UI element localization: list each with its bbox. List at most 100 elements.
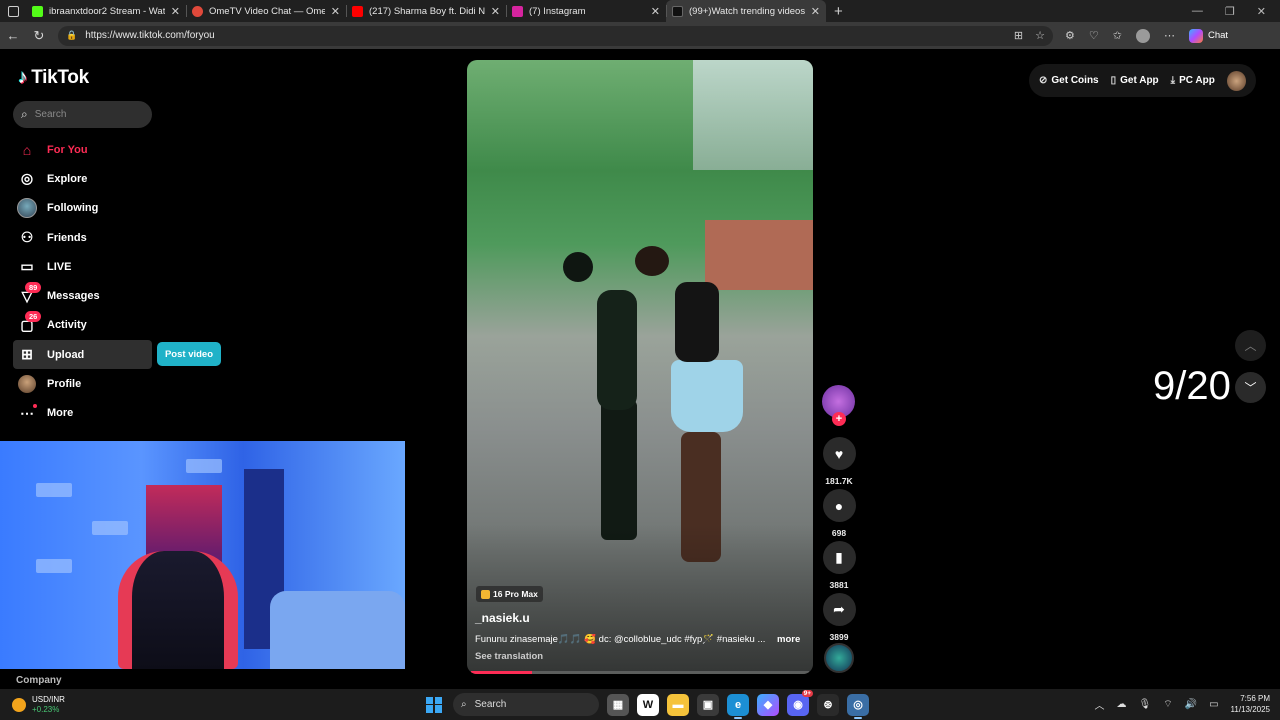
logo-text: TikTok: [31, 67, 89, 88]
taskbar-search[interactable]: ⌕ Search: [453, 693, 599, 716]
notification-dot: [33, 404, 37, 409]
favorite-star-icon[interactable]: ☆: [1035, 29, 1045, 42]
cloud-icon[interactable]: ☁: [1117, 699, 1127, 710]
start-button[interactable]: [423, 694, 445, 716]
comment-action[interactable]: ● 698: [822, 489, 856, 538]
copilot-app-icon[interactable]: ◆: [757, 693, 779, 716]
search-input[interactable]: ⌕ Search: [13, 101, 152, 128]
coin-icon: ⊘: [1039, 75, 1048, 86]
video-progress-bar[interactable]: [471, 671, 809, 674]
get-coins-button[interactable]: ⊘ Get Coins: [1039, 75, 1099, 86]
volume-icon[interactable]: 🔊: [1185, 699, 1197, 710]
file-explorer-icon[interactable]: ▬: [667, 693, 689, 716]
next-video-button[interactable]: ﹀: [1235, 372, 1266, 403]
like-action[interactable]: ♥ 181.7K: [822, 437, 856, 486]
user-avatar[interactable]: [1226, 70, 1246, 91]
tab-title: (7) Instagram: [529, 5, 586, 17]
close-tab-icon[interactable]: ✕: [651, 5, 660, 18]
edge-icon[interactable]: e: [727, 693, 749, 719]
sound-disc-icon[interactable]: [824, 643, 854, 673]
battery-icon[interactable]: ▭: [1209, 699, 1218, 710]
app-available-icon[interactable]: ⊞: [1014, 29, 1023, 42]
sidebar-item-activity[interactable]: ▢ 26 Activity: [13, 311, 223, 340]
close-tab-icon[interactable]: ✕: [171, 5, 180, 18]
search-icon: ⌕: [461, 699, 467, 710]
live-icon: ▭: [20, 258, 34, 275]
back-icon[interactable]: ←: [6, 28, 20, 43]
taskbar-search-label: Search: [474, 699, 507, 710]
discord-icon[interactable]: ◉ 9+: [787, 689, 813, 716]
messages-icon: ▽ 89: [17, 282, 42, 306]
instagram-favicon-icon: [512, 5, 523, 17]
profile-avatar-icon[interactable]: [1135, 28, 1150, 43]
sidebar-item-profile[interactable]: Profile: [13, 369, 223, 398]
caption-more-button[interactable]: more: [777, 634, 800, 645]
see-translation-link[interactable]: See translation: [475, 651, 543, 662]
upload-icon: ⊞: [21, 346, 33, 363]
tiktok-logo[interactable]: ♪ TikTok: [18, 67, 89, 89]
sidebar-item-explore[interactable]: ◎ Explore: [13, 164, 223, 193]
close-tab-icon[interactable]: ✕: [491, 5, 500, 18]
clock-date: 11/13/2025: [1230, 705, 1270, 714]
url-field[interactable]: 🔒 https://www.tiktok.com/foryou ⊞ ☆: [58, 25, 1053, 46]
discord-badge: 9+: [801, 689, 813, 697]
favorites-icon[interactable]: ✩: [1113, 29, 1122, 42]
sidebar-item-messages[interactable]: ▽ 89 Messages: [13, 281, 223, 310]
task-view-icon[interactable]: ▦: [607, 693, 629, 716]
store-icon[interactable]: ▣: [697, 693, 719, 716]
extensions-icon[interactable]: ⚙: [1065, 29, 1075, 42]
get-app-button[interactable]: ▯ Get App: [1111, 75, 1159, 86]
post-video-button[interactable]: Post video: [157, 342, 221, 366]
sidebar-item-friends[interactable]: ⚇ Friends: [13, 223, 223, 252]
refresh-icon[interactable]: ↻: [32, 28, 46, 44]
close-tab-icon[interactable]: ✕: [811, 5, 820, 18]
copilot-chat-button[interactable]: Chat: [1188, 28, 1228, 43]
microphone-icon[interactable]: 🎙: [1139, 699, 1152, 710]
sidebar-item-label: Following: [47, 202, 99, 215]
new-tab-icon[interactable]: +: [826, 3, 851, 20]
youtube-favicon-icon: [352, 5, 363, 17]
tab-instagram[interactable]: (7) Instagram ✕: [506, 0, 666, 22]
pc-app-button[interactable]: ⤓ PC App: [1171, 75, 1215, 86]
tab-actions-icon[interactable]: [0, 5, 26, 17]
sidebar-item-following[interactable]: Following: [13, 194, 223, 223]
sidebar-item-for-you[interactable]: ⌂ For You: [13, 135, 223, 164]
close-window-icon[interactable]: ✕: [1257, 5, 1266, 18]
sidebar-item-label: Friends: [47, 231, 87, 244]
tiktok-favicon-icon: [672, 5, 683, 17]
tab-ometv[interactable]: OmeTV Video Chat — Omegle ✕: [186, 0, 346, 22]
wifi-icon[interactable]: ⌔: [1163, 698, 1172, 711]
tab-kick[interactable]: ibraanxtdoor2 Stream - Watch Live ✕: [26, 0, 186, 22]
sidebar-item-upload[interactable]: ⊞ Upload: [13, 340, 152, 370]
device-tag-label: 16 Pro Max: [493, 589, 538, 599]
sidebar-item-label: Upload: [47, 348, 85, 361]
tab-title: ibraanxtdoor2 Stream - Watch Live: [49, 5, 165, 17]
ticker-widget[interactable]: USD/INR +0.23%: [0, 695, 200, 715]
restore-icon[interactable]: ❐: [1225, 5, 1235, 18]
sidebar-item-live[interactable]: ▭ LIVE: [13, 252, 223, 281]
save-action[interactable]: ▮ 3881: [822, 541, 856, 590]
company-link[interactable]: Company: [16, 675, 62, 686]
pc-app-label: PC App: [1179, 75, 1215, 86]
follow-plus-icon[interactable]: +: [832, 412, 846, 426]
previous-video-button[interactable]: ︿: [1235, 330, 1266, 361]
device-tag-icon: [481, 589, 490, 599]
tray-overflow-icon[interactable]: ︿: [1095, 697, 1105, 712]
video-player[interactable]: 16 Pro Max _nasiek.u Fununu zinasemaje🎵🎵…: [467, 60, 813, 674]
steam-icon[interactable]: ⊛: [817, 693, 839, 716]
video-username[interactable]: _nasiek.u: [475, 611, 530, 625]
close-tab-icon[interactable]: ✕: [331, 5, 340, 18]
share-action[interactable]: ➦ 3899: [822, 593, 856, 642]
lock-icon[interactable]: 🔒: [66, 30, 77, 41]
sidebar-item-more[interactable]: ⋯ More: [13, 399, 223, 428]
browser-app-icon[interactable]: ◎: [847, 693, 869, 719]
word-app-icon[interactable]: W: [637, 693, 659, 716]
clock[interactable]: 7:56 PM 11/13/2025: [1231, 693, 1270, 715]
settings-more-icon[interactable]: ⋯: [1164, 29, 1175, 42]
tab-tiktok[interactable]: (99+)Watch trending videos for you ✕: [666, 0, 826, 22]
sidebar-item-label: For You: [47, 143, 88, 156]
browser-essentials-icon[interactable]: ♡: [1089, 29, 1099, 42]
tab-title: (99+)Watch trending videos for you: [689, 5, 805, 17]
minimize-icon[interactable]: —: [1192, 5, 1203, 18]
tab-youtube[interactable]: (217) Sharma Boy ft. Didi Naji & B ✕: [346, 0, 506, 22]
